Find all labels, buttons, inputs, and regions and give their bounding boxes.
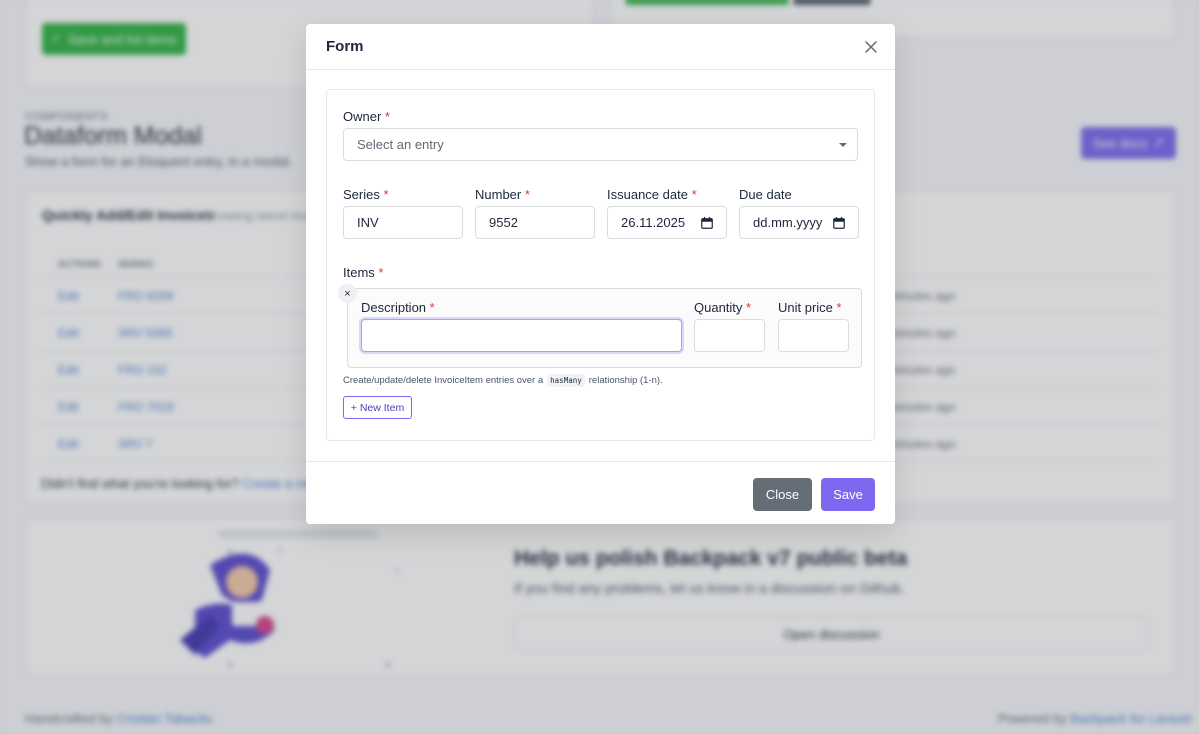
items-label: Items * (343, 265, 384, 280)
remove-item-button[interactable]: × (338, 284, 357, 303)
description-label: Description * (361, 300, 435, 315)
due-date-input[interactable]: dd.mm.yyyy (739, 206, 859, 239)
modal-header: Form (306, 24, 895, 70)
owner-select[interactable]: Select an entry (343, 128, 858, 161)
relationship-code: hasMany (547, 374, 585, 387)
quantity-label: Quantity * (694, 300, 752, 315)
number-label: Number * (475, 187, 530, 202)
form-body: Owner * Select an entry Series * INV Num… (326, 89, 875, 441)
calendar-icon[interactable] (833, 217, 845, 229)
items-help-text: Create/update/delete InvoiceItem entries… (343, 374, 663, 387)
number-input[interactable]: 9552 (475, 206, 595, 239)
series-label: Series * (343, 187, 389, 202)
issuance-date-input[interactable]: 26.11.2025 (607, 206, 727, 239)
chevron-down-icon (839, 143, 847, 147)
calendar-icon[interactable] (701, 217, 713, 229)
unit-price-input[interactable] (778, 319, 849, 352)
invoice-item-row: × Description * Quantity * Unit price * (338, 284, 862, 368)
new-item-button[interactable]: + New Item (343, 396, 412, 419)
close-icon[interactable] (864, 40, 878, 54)
series-input[interactable]: INV (343, 206, 463, 239)
close-button[interactable]: Close (753, 478, 812, 511)
issuance-date-label: Issuance date * (607, 187, 697, 202)
form-modal: Form Owner * Select an entry Series * IN… (306, 24, 895, 524)
owner-label: Owner * (343, 109, 390, 124)
quantity-input[interactable] (694, 319, 765, 352)
modal-title: Form (326, 38, 364, 55)
description-input[interactable] (361, 319, 682, 352)
unit-price-label: Unit price * (778, 300, 842, 315)
save-button[interactable]: Save (821, 478, 875, 511)
due-date-label: Due date (739, 187, 792, 202)
modal-footer: Close Save (306, 461, 895, 524)
